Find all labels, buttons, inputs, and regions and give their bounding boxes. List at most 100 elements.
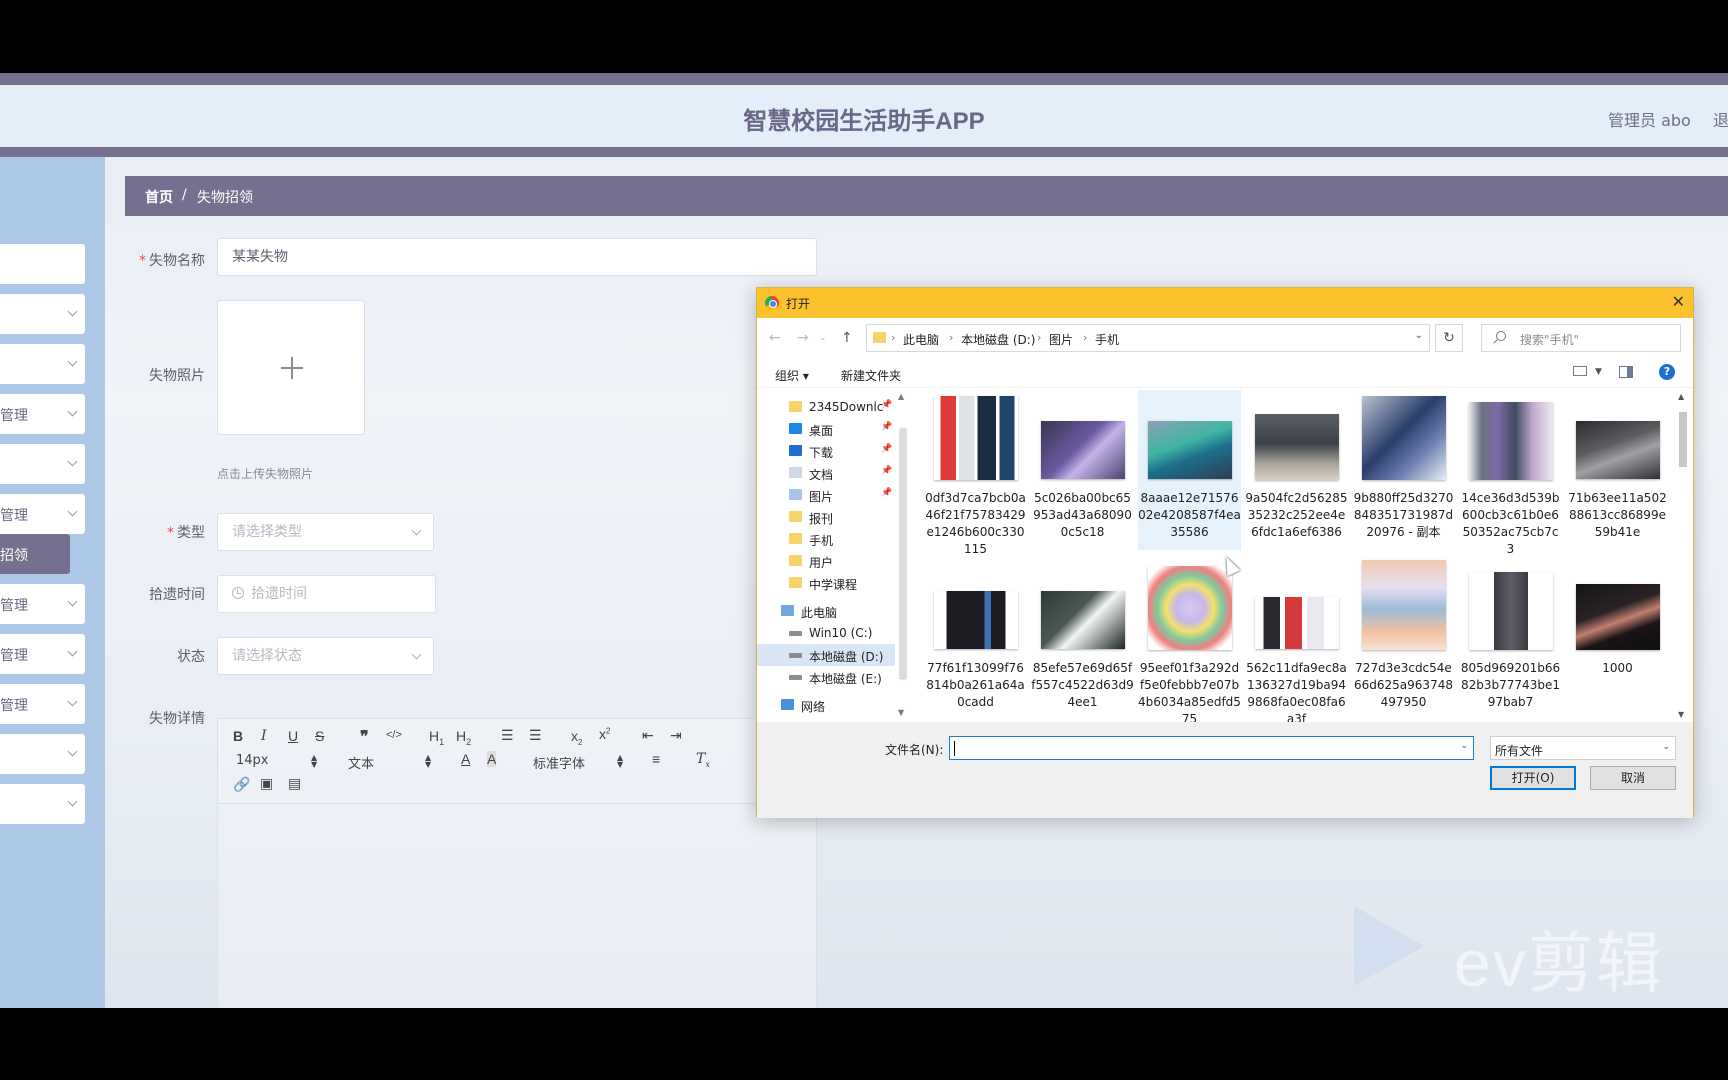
sidebar-item[interactable]: 管理 [0,684,85,724]
file-item[interactable]: 71b63ee11a50288613cc86899e59b41e [1566,390,1669,550]
indent-icon[interactable]: ⇥ [670,727,682,744]
path-segment[interactable]: 此电脑 [903,331,939,348]
nav-item[interactable]: 桌面 📌 [757,418,895,440]
background-color-icon[interactable]: A [487,751,497,767]
sidebar-item[interactable] [0,734,85,774]
sidebar-item[interactable] [0,294,85,334]
code-icon[interactable]: </> [386,729,402,741]
nav-item[interactable]: Win10 (C:) [757,622,895,644]
close-icon[interactable]: ✕ [1672,292,1685,311]
file-item[interactable]: 5c026ba00bc65953ad43a680900c5c18 [1031,390,1134,550]
file-item[interactable]: 14ce36d3d539b600cb3c61b0e650352ac75cb7c3 [1459,390,1562,556]
sidebar-item-lost-found[interactable]: 招领 [0,534,70,574]
nav-item[interactable]: 网络 [757,694,895,716]
user-name[interactable]: 管理员 abo [1608,107,1691,131]
nav-item[interactable]: 2345Downlc 📌 [757,396,895,418]
scroll-thumb[interactable] [1679,412,1687,467]
nav-item[interactable]: 报刊 [757,506,895,528]
file-item[interactable]: 0df3d7ca7bcb0a46f21f75783429e1246b600c33… [924,390,1027,556]
superscript-icon[interactable]: x2 [599,726,610,742]
file-item[interactable]: 85efe57e69d65ff557c4522d63d94ee1 [1031,560,1134,720]
nav-item[interactable]: 本地磁盘 (E:) [757,666,895,688]
name-input[interactable]: 某某失物 [217,238,817,276]
bullet-list-icon[interactable]: ☰ [529,727,542,744]
sidebar-item[interactable]: 管理 [0,634,85,674]
nav-item[interactable]: 本地磁盘 (D:) [757,644,895,666]
video-icon[interactable]: ▤ [288,775,301,792]
font-color-icon[interactable]: A [461,751,470,767]
image-icon[interactable]: ▣ [260,775,273,792]
nav-item[interactable]: 下载 📌 [757,440,895,462]
font-family-select[interactable]: 标准字体 [533,753,585,772]
refresh-icon[interactable]: ↻ [1435,324,1463,352]
align-icon[interactable]: ≡ [652,751,660,767]
address-bar[interactable]: › 此电脑 › 本地磁盘 (D:) › 图片 › 手机 ⌄ [866,324,1430,352]
subscript-icon[interactable]: x2 [571,728,582,747]
new-folder-button[interactable]: 新建文件夹 [841,367,901,384]
heading2-icon[interactable]: H2 [456,728,471,747]
breadcrumb-home[interactable]: 首页 [145,187,173,207]
sidebar-item[interactable] [0,784,85,824]
sidebar-item[interactable]: 管理 [0,394,85,434]
cancel-button[interactable]: 取消 [1590,766,1676,790]
ordered-list-icon[interactable]: ☰ [501,727,514,744]
underline-icon[interactable]: U [288,728,298,744]
sidebar-item-home[interactable] [0,244,85,284]
scroll-down-icon[interactable]: ▼ [1678,710,1684,719]
file-item[interactable]: 9a504fc2d5628535232c252ee4e6fdc1a6ef6386 [1245,390,1348,550]
up-icon[interactable]: ↑ [841,330,853,346]
path-segment[interactable]: 本地磁盘 (D:) [961,331,1035,348]
nav-scrollbar[interactable]: ▲ ▼ [897,390,909,720]
path-segment[interactable]: 图片 [1049,331,1073,348]
nav-item[interactable]: 此电脑 [757,600,895,622]
scroll-up-icon[interactable]: ▲ [898,392,904,401]
chevron-down-icon[interactable]: ▼ [1595,367,1602,377]
file-item[interactable]: 562c11dfa9ec8a136327d19ba949868fa0ec08fa… [1245,560,1348,722]
file-item[interactable]: 8aaae12e7157602e4208587f4ea35586 [1138,390,1241,550]
logout-link[interactable]: 退 [1713,107,1728,131]
outdent-icon[interactable]: ⇤ [642,727,654,744]
time-picker[interactable]: 拾遗时间 [217,575,436,613]
paragraph-select[interactable]: 文本 [348,753,374,772]
sidebar-item[interactable] [0,344,85,384]
view-icon[interactable] [1573,366,1587,376]
nav-item[interactable]: 用户 [757,550,895,572]
back-icon[interactable]: ← [769,330,781,346]
link-icon[interactable]: 🔗 [233,776,250,793]
chevron-down-icon[interactable]: ⌄ [1460,741,1468,751]
preview-pane-icon[interactable] [1619,366,1633,378]
file-item[interactable]: 1000 [1566,560,1669,720]
clear-format-icon[interactable]: Tx [696,751,710,769]
file-item[interactable]: 95eef01f3a292df5e0febbb7e07b4b6034a85edf… [1138,560,1241,722]
help-icon[interactable]: ? [1659,364,1675,380]
nav-item[interactable]: 手机 [757,528,895,550]
chevron-down-icon[interactable]: ⌄ [1415,330,1423,341]
filename-input[interactable]: ⌄ [949,736,1474,760]
filetype-select[interactable]: 所有文件 ⌄ [1490,736,1676,760]
scroll-up-icon[interactable]: ▲ [1678,392,1684,401]
sidebar-item[interactable]: 管理 [0,494,85,534]
sidebar-item[interactable] [0,444,85,484]
recent-dropdown-icon[interactable]: ⌄ [819,333,827,343]
rich-text-editor[interactable]: B I U S ❞ </> H1 H2 ☰ ☰ x2 x2 ⇤ ⇥ 14px ▲… [217,718,817,1008]
scroll-thumb[interactable] [900,428,906,678]
open-button[interactable]: 打开(O) [1490,766,1576,790]
nav-item[interactable]: 文档 📌 [757,462,895,484]
photo-upload[interactable] [217,300,365,435]
nav-item[interactable]: 图片 📌 [757,484,895,506]
nav-item[interactable]: 中学课程 [757,572,895,594]
files-scrollbar[interactable]: ▲ ▼ [1674,390,1692,722]
forward-icon[interactable]: → [797,330,809,346]
sidebar-item[interactable]: 管理 [0,584,85,624]
scroll-down-icon[interactable]: ▼ [898,708,904,717]
path-segment[interactable]: 手机 [1095,331,1119,348]
organize-button[interactable]: 组织 ▾ [775,367,809,384]
status-select[interactable]: 请选择状态 [217,637,434,675]
heading1-icon[interactable]: H1 [429,728,444,747]
type-select[interactable]: 请选择类型 [217,513,434,551]
file-item[interactable]: 727d3e3cdc54e66d625a963748497950 [1352,560,1455,720]
bold-icon[interactable]: B [233,728,243,744]
file-item[interactable]: 77f61f13099f76814b0a261a64a0cadd [924,560,1027,720]
font-size-select[interactable]: 14px [236,753,269,768]
search-input[interactable]: 搜索"手机" [1481,324,1681,352]
